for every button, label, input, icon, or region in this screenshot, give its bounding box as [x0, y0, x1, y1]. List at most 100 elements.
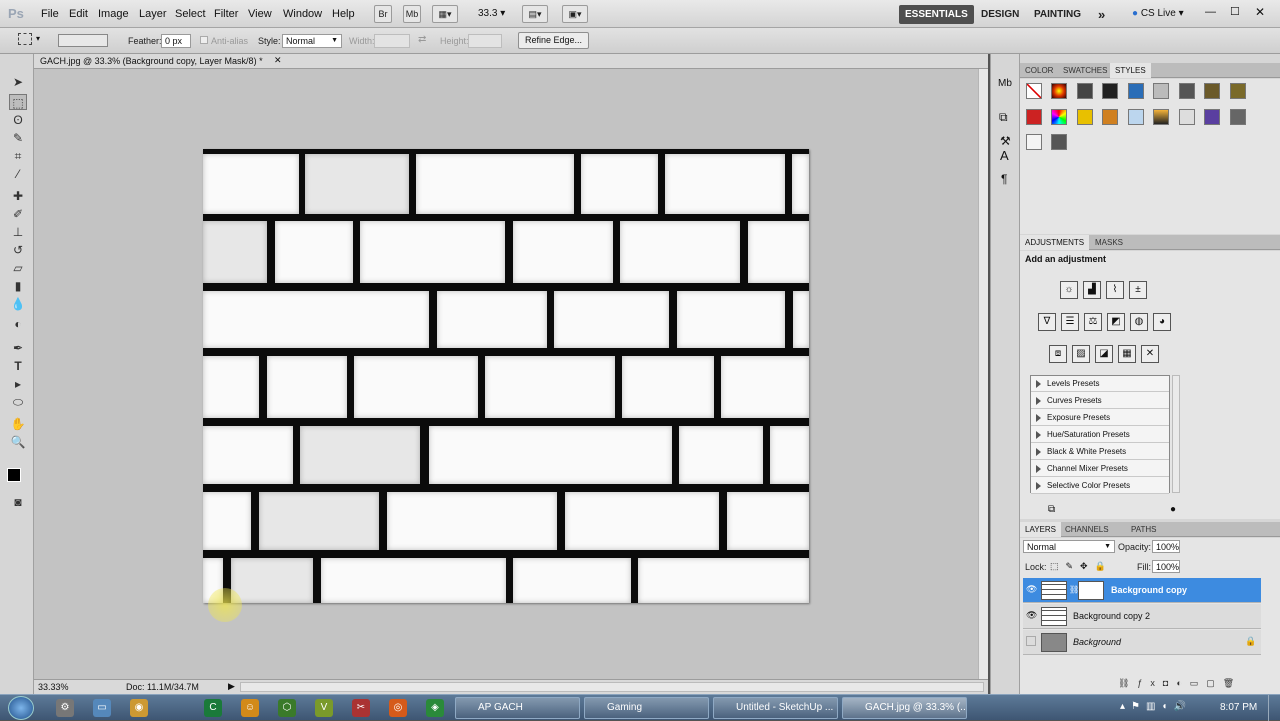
- style-swatch[interactable]: [1230, 109, 1246, 125]
- image-canvas[interactable]: [203, 149, 809, 603]
- tool-presets-panel-icon[interactable]: ⚒: [1000, 134, 1011, 148]
- layer-name[interactable]: Background copy 2: [1073, 611, 1150, 621]
- zoom-status[interactable]: 33.33%: [38, 682, 69, 692]
- quick-mask-icon[interactable]: ◙: [9, 494, 27, 510]
- blend-mode-select[interactable]: Normal ▼: [1023, 540, 1115, 553]
- lock-options-icons[interactable]: ⬚✎✥🔒: [1050, 561, 1113, 572]
- tab-channels[interactable]: CHANNELS: [1060, 522, 1114, 537]
- preset-item[interactable]: Channel Mixer Presets: [1031, 461, 1169, 477]
- tab-masks[interactable]: MASKS: [1090, 235, 1128, 250]
- style-swatch[interactable]: [1026, 83, 1042, 99]
- style-swatch[interactable]: [1051, 109, 1067, 125]
- start-button[interactable]: [8, 696, 34, 720]
- arrange-documents-button[interactable]: ▤▾: [522, 5, 548, 23]
- tab-swatches[interactable]: SWATCHES: [1058, 63, 1112, 78]
- preset-item[interactable]: Black & White Presets: [1031, 444, 1169, 460]
- taskbar-app-icon[interactable]: ⚙: [56, 699, 74, 717]
- smiley-app-icon[interactable]: ☺: [241, 699, 259, 717]
- fill-input[interactable]: 100%: [1152, 560, 1180, 573]
- minimize-button[interactable]: —: [1205, 6, 1216, 18]
- taskbar-task[interactable]: AP GACH: [455, 697, 580, 719]
- menu-image[interactable]: Image: [98, 8, 129, 20]
- taskbar-app-icon[interactable]: ▭: [93, 699, 111, 717]
- blur-tool-icon[interactable]: 💧: [9, 296, 27, 312]
- menu-edit[interactable]: Edit: [69, 8, 88, 20]
- lasso-tool-icon[interactable]: ʘ: [9, 112, 27, 128]
- taskbar-task-active[interactable]: GACH.jpg @ 33.3% (...: [842, 697, 967, 719]
- style-swatch[interactable]: [1051, 134, 1067, 150]
- tab-styles[interactable]: STYLES: [1110, 63, 1151, 78]
- workspace-design[interactable]: DESIGN: [975, 5, 1025, 24]
- taskbar-task[interactable]: Gaming: [584, 697, 709, 719]
- layer-row-background-copy-2[interactable]: 👁 Background copy 2: [1023, 604, 1261, 629]
- hue-saturation-icon[interactable]: ☰: [1061, 313, 1079, 331]
- pen-tool-icon[interactable]: ✒: [9, 340, 27, 356]
- style-swatch[interactable]: [1153, 109, 1169, 125]
- workspace-painting[interactable]: PAINTING: [1028, 5, 1087, 24]
- style-swatch[interactable]: [1051, 83, 1067, 99]
- tab-layers[interactable]: LAYERS: [1020, 522, 1061, 537]
- close-document-icon[interactable]: ✕: [274, 55, 282, 66]
- feather-input[interactable]: 0 px: [161, 34, 191, 48]
- eraser-tool-icon[interactable]: ▱: [9, 260, 27, 276]
- layer-row-background[interactable]: Background 🔒: [1023, 630, 1261, 655]
- vibrance-icon[interactable]: ∇: [1038, 313, 1056, 331]
- show-desktop-button[interactable]: [1268, 695, 1280, 721]
- taskbar-app-icon[interactable]: ✂: [352, 699, 370, 717]
- style-swatch[interactable]: [1179, 83, 1195, 99]
- layer-name[interactable]: Background copy: [1111, 585, 1187, 595]
- tab-paths[interactable]: PATHS: [1126, 522, 1161, 537]
- marquee-preset-icon[interactable]: [18, 33, 32, 45]
- move-tool-icon[interactable]: ➤: [9, 74, 27, 90]
- tab-color[interactable]: COLOR: [1020, 63, 1058, 78]
- taskbar-app-icon[interactable]: ⬡: [278, 699, 296, 717]
- screen-mode-button[interactable]: ▣▾: [562, 5, 588, 23]
- color-balance-icon[interactable]: ⚖: [1084, 313, 1102, 331]
- layers-panel-footer-icons[interactable]: ⛓ƒx◘◐▭▢🗑: [1118, 678, 1242, 689]
- style-swatch[interactable]: [1102, 109, 1118, 125]
- gradient-map-icon[interactable]: ▦: [1118, 345, 1136, 363]
- presets-scrollbar[interactable]: [1172, 375, 1180, 493]
- clock[interactable]: 8:07 PM: [1220, 702, 1257, 713]
- crop-tool-icon[interactable]: ⌗: [9, 148, 27, 164]
- style-swatch[interactable]: [1179, 109, 1195, 125]
- anti-alias-checkbox[interactable]: [200, 36, 208, 44]
- zoom-tool-icon[interactable]: 🔍: [9, 434, 27, 450]
- eyedropper-tool-icon[interactable]: ⁄: [9, 166, 27, 182]
- style-swatch[interactable]: [1026, 109, 1042, 125]
- system-tray-icons[interactable]: ▴⚑▥◖🔊: [1120, 701, 1192, 712]
- clip-to-layer-icon[interactable]: ⧉: [1048, 504, 1055, 515]
- quick-selection-tool-icon[interactable]: ✎: [9, 130, 27, 146]
- selective-color-icon[interactable]: ✕: [1141, 345, 1159, 363]
- gradient-tool-icon[interactable]: ▮: [9, 278, 27, 294]
- chrome-icon[interactable]: ◉: [130, 699, 148, 717]
- style-swatch[interactable]: [1230, 83, 1246, 99]
- channel-mixer-icon[interactable]: ◕: [1153, 313, 1171, 331]
- selection-mode-buttons[interactable]: [58, 34, 108, 47]
- taskbar-app-icon[interactable]: C: [204, 699, 222, 717]
- height-input[interactable]: [468, 34, 502, 48]
- maximize-button[interactable]: ☐: [1230, 5, 1240, 18]
- vertical-scrollbar[interactable]: [978, 69, 988, 679]
- close-button[interactable]: ✕: [1255, 5, 1265, 19]
- zoom-level-dropdown[interactable]: 33.3 ▾: [478, 8, 505, 19]
- layer-name[interactable]: Background: [1073, 637, 1121, 647]
- menu-layer[interactable]: Layer: [139, 8, 167, 20]
- exposure-icon[interactable]: ±: [1129, 281, 1147, 299]
- bridge-button[interactable]: Br: [374, 5, 392, 23]
- style-swatch[interactable]: [1102, 83, 1118, 99]
- taskbar-app-icon[interactable]: V: [315, 699, 333, 717]
- workspace-essentials[interactable]: ESSENTIALS: [899, 5, 974, 24]
- brush-tool-icon[interactable]: ✐: [9, 206, 27, 222]
- threshold-icon[interactable]: ◪: [1095, 345, 1113, 363]
- document-tab-title[interactable]: GACH.jpg @ 33.3% (Background copy, Layer…: [40, 56, 263, 66]
- menu-help[interactable]: Help: [332, 8, 355, 20]
- history-panel-icon[interactable]: ⧉: [999, 110, 1008, 125]
- curves-icon[interactable]: ⌇: [1106, 281, 1124, 299]
- tab-adjustments[interactable]: ADJUSTMENTS: [1020, 235, 1090, 250]
- visibility-eye-icon[interactable]: 👁: [1026, 584, 1037, 595]
- layer-row-background-copy[interactable]: 👁 ⛓ Background copy: [1023, 578, 1261, 603]
- preset-item[interactable]: Hue/Saturation Presets: [1031, 427, 1169, 443]
- rectangular-marquee-tool-icon[interactable]: ⬚: [9, 94, 27, 110]
- menu-file[interactable]: File: [41, 8, 59, 20]
